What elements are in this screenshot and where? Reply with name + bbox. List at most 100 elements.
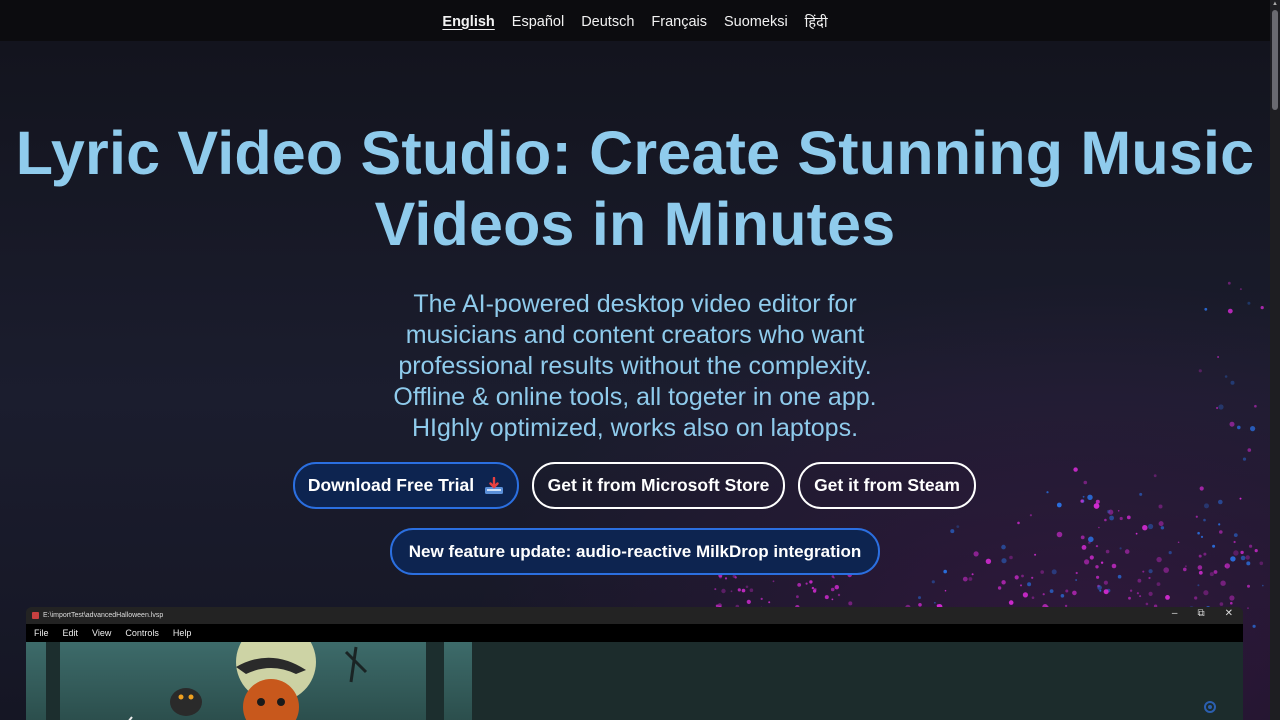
particle bbox=[768, 601, 771, 604]
particle bbox=[1111, 563, 1117, 569]
particle bbox=[1105, 549, 1110, 554]
close-icon: ✕ bbox=[1224, 608, 1233, 619]
gear-icon bbox=[1203, 700, 1217, 719]
particle bbox=[1031, 596, 1035, 599]
page-title-line-2: Videos in Minutes bbox=[374, 190, 896, 258]
particle bbox=[1153, 474, 1157, 478]
particle bbox=[1156, 556, 1162, 563]
particle bbox=[1252, 624, 1256, 628]
particle bbox=[837, 593, 841, 597]
particle bbox=[1212, 544, 1216, 548]
particle bbox=[1072, 590, 1077, 596]
particle bbox=[1051, 569, 1057, 575]
subtitle-line: HIghly optimized, works also on laptops. bbox=[411, 414, 859, 442]
particle bbox=[714, 588, 717, 591]
particle bbox=[1250, 426, 1256, 432]
particle bbox=[931, 580, 935, 584]
feature-update-button[interactable]: New feature update: audio-reactive MilkD… bbox=[390, 528, 880, 575]
app-menubar: File Edit View Controls Help bbox=[26, 624, 1243, 642]
particle bbox=[1139, 595, 1142, 598]
particle bbox=[831, 598, 834, 601]
particle bbox=[1242, 457, 1247, 461]
particle bbox=[1197, 565, 1203, 570]
scroll-up-icon[interactable]: ▲ bbox=[1270, 0, 1280, 8]
app-window-title: E:\importTest\advancedHalloween.lvsp bbox=[43, 612, 164, 619]
page-title: Lyric Video Studio: Create Stunning Musi… bbox=[0, 118, 1270, 260]
particle bbox=[809, 580, 813, 584]
particle bbox=[1199, 486, 1204, 491]
page-scrollbar[interactable]: ▲ bbox=[1270, 0, 1280, 720]
particle bbox=[1020, 584, 1022, 587]
particle bbox=[1237, 425, 1241, 430]
lang-hindi-link[interactable]: हिंदी bbox=[805, 10, 828, 32]
page-title-line-1: Lyric Video Studio: Create Stunning Musi… bbox=[15, 119, 1255, 187]
particle bbox=[1082, 495, 1085, 498]
particle bbox=[1142, 525, 1148, 531]
particle bbox=[1217, 356, 1220, 358]
lang-spanish-link[interactable]: Español bbox=[512, 12, 564, 30]
particle bbox=[1247, 448, 1252, 452]
particle bbox=[985, 558, 992, 564]
particle bbox=[1095, 499, 1100, 504]
particle bbox=[1260, 306, 1264, 310]
particle bbox=[1100, 561, 1104, 564]
app-menu-controls: Controls bbox=[125, 628, 159, 638]
particle bbox=[1165, 595, 1170, 600]
subtitle-line: musicians and content creators who want bbox=[405, 321, 865, 349]
particle bbox=[1099, 589, 1102, 592]
particle bbox=[1163, 567, 1169, 573]
subtitle-line: professional results without the complex… bbox=[398, 352, 872, 380]
lang-finnish-link[interactable]: Suomeksi bbox=[724, 12, 788, 30]
particle bbox=[1073, 467, 1078, 472]
particle bbox=[746, 599, 751, 605]
particle bbox=[1080, 499, 1084, 503]
particle bbox=[1080, 535, 1085, 540]
particle bbox=[1249, 544, 1253, 548]
particle bbox=[1106, 588, 1111, 593]
app-icon bbox=[32, 612, 39, 619]
minimize-icon: – bbox=[1171, 608, 1178, 619]
particle bbox=[1117, 574, 1122, 579]
particle bbox=[1104, 518, 1107, 522]
lang-german-link[interactable]: Deutsch bbox=[581, 12, 634, 30]
particle bbox=[830, 587, 835, 592]
particle bbox=[1200, 535, 1204, 539]
particle bbox=[1254, 404, 1257, 408]
download-button-label: Download Free Trial bbox=[307, 475, 475, 495]
subtitle-line: Offline & online tools, all togeter in o… bbox=[393, 383, 877, 411]
particle bbox=[956, 525, 960, 528]
particle bbox=[1065, 589, 1069, 593]
particle bbox=[1049, 589, 1054, 593]
particle bbox=[732, 574, 736, 578]
scrollbar-thumb[interactable] bbox=[1272, 10, 1278, 110]
lang-english-link[interactable]: English bbox=[442, 12, 494, 30]
particle bbox=[1220, 580, 1226, 586]
particle bbox=[813, 588, 817, 591]
particle bbox=[1168, 551, 1172, 555]
particle bbox=[1198, 369, 1202, 373]
particle bbox=[1034, 553, 1037, 556]
steam-button[interactable]: Get it from Steam bbox=[798, 462, 976, 509]
particle bbox=[1117, 510, 1120, 512]
particle bbox=[1198, 554, 1202, 558]
particle bbox=[1219, 602, 1224, 606]
particle bbox=[1247, 301, 1251, 305]
particle bbox=[1219, 530, 1223, 534]
particle bbox=[1098, 526, 1100, 529]
particle bbox=[724, 577, 728, 580]
language-bar: English Español Deutsch Français Suomeks… bbox=[0, 0, 1270, 41]
particle bbox=[1209, 572, 1214, 577]
particle bbox=[1001, 558, 1007, 564]
particle bbox=[1083, 480, 1088, 485]
download-tray-icon bbox=[484, 476, 504, 495]
particle bbox=[973, 551, 979, 557]
lang-french-link[interactable]: Français bbox=[651, 12, 707, 30]
particle bbox=[1262, 584, 1264, 587]
particle bbox=[1139, 492, 1143, 496]
particle bbox=[1227, 281, 1231, 285]
download-free-trial-button[interactable]: Download Free Trial bbox=[293, 462, 519, 509]
maximize-icon: ⧉ bbox=[1197, 608, 1205, 619]
microsoft-store-button[interactable]: Get it from Microsoft Store bbox=[532, 462, 785, 509]
particle bbox=[1239, 288, 1242, 291]
particle bbox=[734, 576, 737, 579]
